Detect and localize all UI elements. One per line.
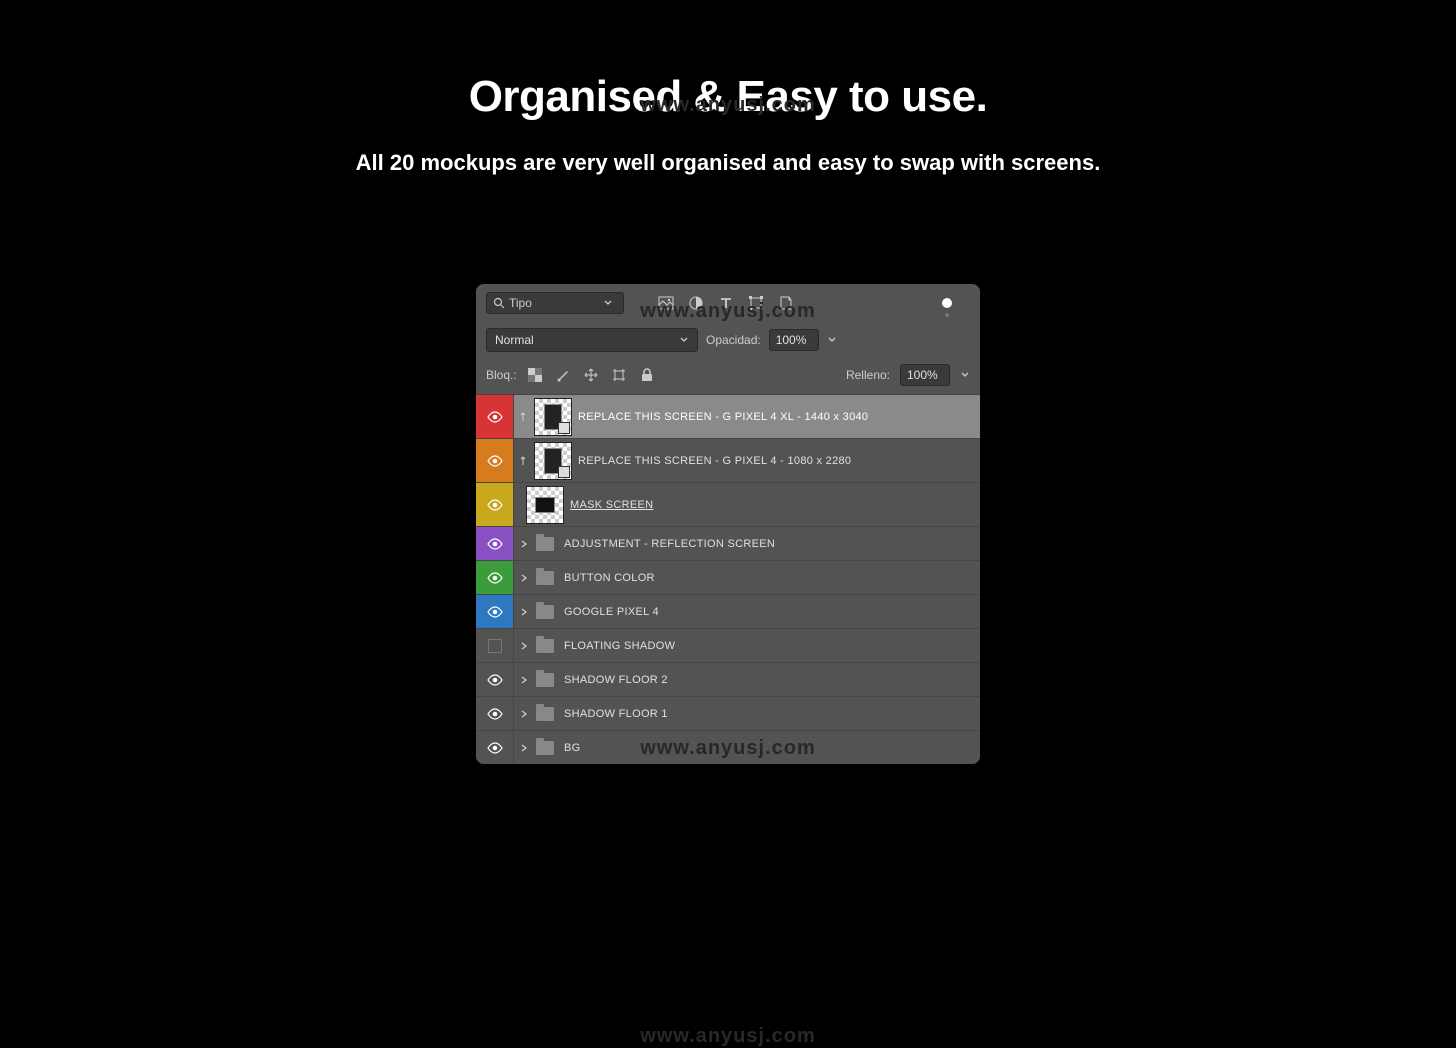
layer-name-label[interactable]: FLOATING SHADOW xyxy=(564,640,675,652)
layer-row[interactable]: REPLACE THIS SCREEN - G PIXEL 4 XL - 144… xyxy=(476,394,980,438)
visibility-toggle[interactable] xyxy=(476,527,514,560)
lock-transparency-icon[interactable] xyxy=(527,367,543,383)
layer-filter-select[interactable]: Tipo xyxy=(486,292,624,314)
layer-name-label[interactable]: BG xyxy=(564,742,581,754)
layer-name-label[interactable]: REPLACE THIS SCREEN - G PIXEL 4 XL - 144… xyxy=(578,411,868,423)
layers-panel: Tipo Normal Opacidad: 100% Bloq.: xyxy=(476,284,980,764)
layer-row[interactable]: REPLACE THIS SCREEN - G PIXEL 4 - 1080 x… xyxy=(476,438,980,482)
layer-name-label[interactable]: SHADOW FLOOR 2 xyxy=(564,674,668,686)
lock-brush-icon[interactable] xyxy=(555,367,571,383)
blend-opacity-row: Normal Opacidad: 100% xyxy=(476,322,980,358)
folder-icon xyxy=(536,741,554,755)
visibility-toggle[interactable] xyxy=(476,561,514,594)
watermark: www.anyusj.com xyxy=(640,300,816,323)
expand-toggle[interactable] xyxy=(514,642,534,650)
layer-thumbnail[interactable] xyxy=(526,486,564,524)
folder-icon xyxy=(536,707,554,721)
opacity-label: Opacidad: xyxy=(706,333,761,347)
layer-name-label[interactable]: BUTTON COLOR xyxy=(564,572,655,584)
expand-toggle[interactable] xyxy=(514,744,534,752)
lock-artboard-icon[interactable] xyxy=(611,367,627,383)
blend-mode-value: Normal xyxy=(495,333,679,347)
fill-label: Relleno: xyxy=(846,368,890,382)
folder-icon xyxy=(536,571,554,585)
visibility-toggle[interactable] xyxy=(476,439,514,482)
chevron-down-icon[interactable] xyxy=(827,335,837,345)
page-subtitle: All 20 mockups are very well organised a… xyxy=(0,150,1456,176)
folder-icon xyxy=(536,537,554,551)
folder-icon xyxy=(536,673,554,687)
chevron-down-icon xyxy=(603,298,613,308)
visibility-toggle[interactable] xyxy=(476,629,514,662)
chevron-down-icon[interactable] xyxy=(960,370,970,380)
layer-row[interactable]: SHADOW FLOOR 2 xyxy=(476,662,980,696)
watermark: www.anyusj.com xyxy=(640,1025,816,1048)
expand-toggle[interactable] xyxy=(514,676,534,684)
visibility-toggle[interactable] xyxy=(476,483,514,526)
layer-row[interactable]: SHADOW FLOOR 1 xyxy=(476,696,980,730)
layer-filter-label: Tipo xyxy=(509,296,603,310)
expand-toggle[interactable] xyxy=(514,710,534,718)
visibility-toggle[interactable] xyxy=(476,595,514,628)
lock-all-icon[interactable] xyxy=(639,367,655,383)
layer-row[interactable]: BUTTON COLOR xyxy=(476,560,980,594)
layer-thumbnail[interactable] xyxy=(534,398,572,436)
fill-input[interactable]: 100% xyxy=(900,364,950,386)
blend-mode-select[interactable]: Normal xyxy=(486,328,698,352)
lock-fill-row: Bloq.: Relleno: 100% xyxy=(476,358,980,394)
layer-name-label[interactable]: REPLACE THIS SCREEN - G PIXEL 4 - 1080 x… xyxy=(578,455,851,467)
lock-label: Bloq.: xyxy=(486,368,517,382)
watermark: www.anyusj.com xyxy=(640,737,816,760)
visibility-toggle[interactable] xyxy=(476,663,514,696)
expand-toggle[interactable] xyxy=(514,540,534,548)
layer-row[interactable]: FLOATING SHADOW xyxy=(476,628,980,662)
layers-list: REPLACE THIS SCREEN - G PIXEL 4 XL - 144… xyxy=(476,394,980,764)
layer-row[interactable]: GOOGLE PIXEL 4 xyxy=(476,594,980,628)
link-indicator xyxy=(514,455,532,467)
folder-icon xyxy=(536,639,554,653)
search-icon xyxy=(493,297,505,309)
expand-toggle[interactable] xyxy=(514,574,534,582)
link-indicator xyxy=(514,411,532,423)
layer-name-label[interactable]: MASK SCREEN xyxy=(570,499,653,511)
opacity-value: 100% xyxy=(776,333,812,347)
watermark: www.anyusj.com xyxy=(640,94,816,117)
layer-name-label[interactable]: GOOGLE PIXEL 4 xyxy=(564,606,659,618)
visibility-toggle[interactable] xyxy=(476,697,514,730)
lock-icons-group xyxy=(527,367,655,383)
layer-row[interactable]: MASK SCREEN xyxy=(476,482,980,526)
visibility-toggle[interactable] xyxy=(476,395,514,438)
layer-name-label[interactable]: ADJUSTMENT - REFLECTION SCREEN xyxy=(564,538,775,550)
folder-icon xyxy=(536,605,554,619)
opacity-input[interactable]: 100% xyxy=(769,329,819,351)
visibility-toggle[interactable] xyxy=(476,731,514,764)
layer-thumbnail[interactable] xyxy=(534,442,572,480)
panel-toggle-slider[interactable] xyxy=(942,298,952,308)
visibility-off-box xyxy=(488,639,502,653)
layer-row[interactable]: ADJUSTMENT - REFLECTION SCREEN xyxy=(476,526,980,560)
chevron-down-icon xyxy=(679,335,689,345)
layer-name-label[interactable]: SHADOW FLOOR 1 xyxy=(564,708,668,720)
expand-toggle[interactable] xyxy=(514,608,534,616)
lock-move-icon[interactable] xyxy=(583,367,599,383)
fill-value: 100% xyxy=(907,368,943,382)
